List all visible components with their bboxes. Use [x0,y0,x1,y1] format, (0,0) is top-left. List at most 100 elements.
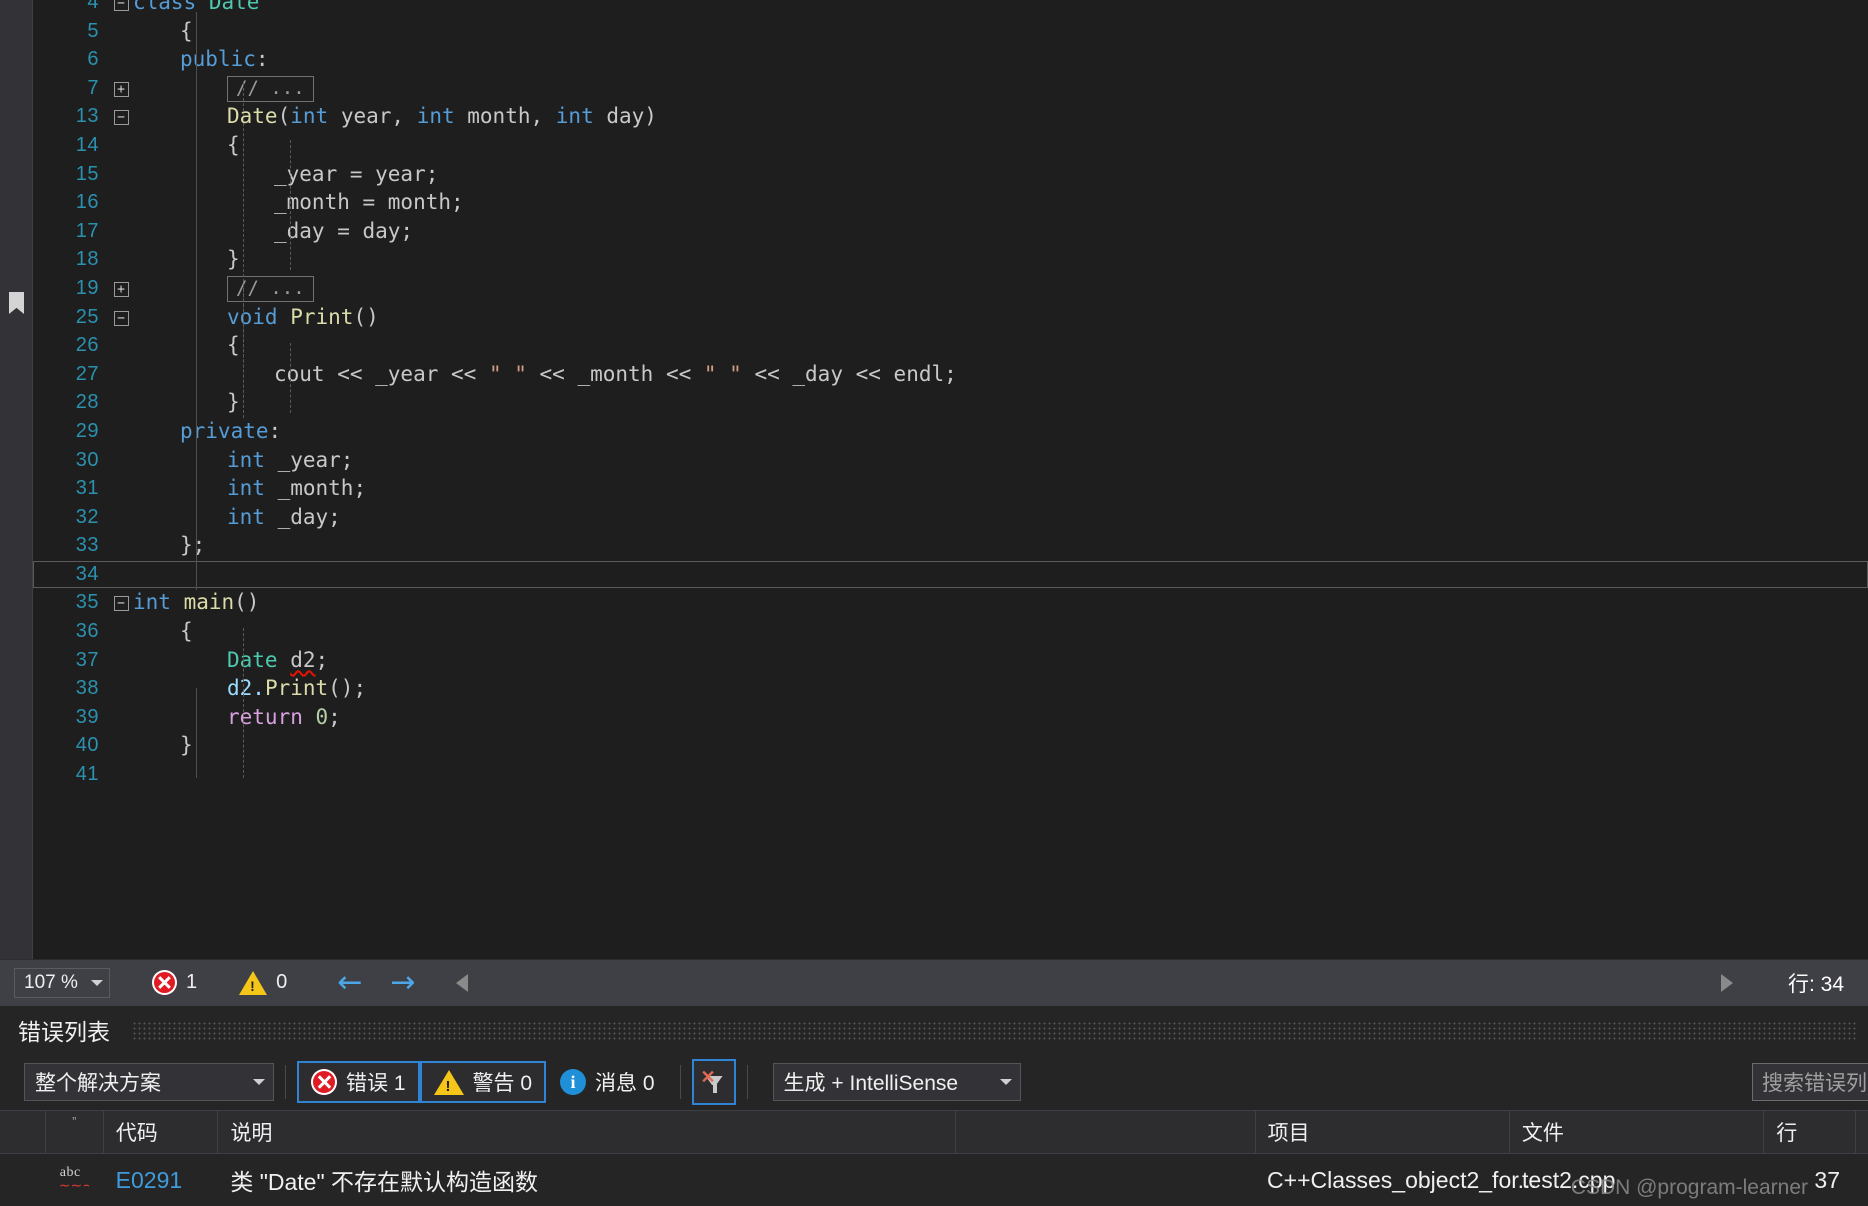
code-token: ( [277,104,291,129]
code-line[interactable]: 37 Date d2; [33,646,1868,675]
code-token: " " [488,361,527,386]
navigation-arrows: ← → [337,967,415,998]
status-warning-count[interactable]: 0 [239,970,288,995]
code-token: { [180,18,193,43]
filter-warnings-button[interactable]: 警告 0 [419,1061,547,1103]
line-number: 13 [75,105,99,128]
code-line-text: cout << _year << " " << _month << " " <<… [133,360,1868,389]
code-line-text: _day = day; [133,217,1868,246]
row-selector [0,1154,46,1206]
code-line[interactable]: 14 { [33,131,1868,160]
code-line[interactable]: 26 { [33,331,1868,360]
status-error-count[interactable]: 1 [152,970,197,995]
navigate-back-icon[interactable]: ← [337,967,362,998]
fold-expand-icon[interactable]: + [109,274,133,303]
code-line[interactable]: 18} [33,245,1868,274]
code-line[interactable]: 25− void Print() [33,303,1868,332]
code-line[interactable]: 33}; [33,531,1868,560]
code-line[interactable]: 35− int main() [33,588,1868,617]
code-line[interactable]: 39 return 0; [33,703,1868,732]
code-line-text: { [133,131,1868,160]
line-number: 34 [75,562,99,585]
error-list-grid: ” 代码 说明 项目 文件 行 abc ∼∼∼ E0291 类 "Date" 不… [0,1110,1868,1206]
code-line-text: int _day; [133,503,1868,532]
code-line[interactable]: 17 _day = day; [33,217,1868,246]
fold-collapse-icon[interactable]: − [109,102,133,131]
line-number: 41 [75,763,99,786]
code-line[interactable]: 16 _month = month; [33,188,1868,217]
clear-filter-button[interactable]: ✕ [691,1059,736,1105]
code-line-text: // ... [133,74,1868,103]
code-surface[interactable]: 4− class Date 5{6 public: 7 +// ... 13− Date(in… [33,0,1868,959]
error-list-title-row: 错误列表 [0,1006,1868,1054]
fold-collapse-icon[interactable]: − [109,303,133,332]
scroll-right-icon[interactable] [1720,973,1733,992]
code-line[interactable]: 28} [33,388,1868,417]
status-warning-count-value: 0 [276,971,288,993]
header-description[interactable]: 说明 [218,1111,957,1153]
header-code[interactable]: 代码 [104,1111,219,1153]
filter-errors-button[interactable]: 错误 1 [297,1061,420,1103]
row-description: 类 "Date" 不存在默认构造函数 [230,1169,539,1195]
code-token: 0 [315,704,329,729]
scope-filter-dropdown[interactable]: 整个解决方案 [24,1063,274,1101]
code-line[interactable]: 5{ [33,17,1868,46]
code-line[interactable]: 34 [33,560,1868,589]
code-token: () [353,304,379,329]
code-line[interactable]: 38 d2.Print(); [33,674,1868,703]
code-token: _year = year; [274,161,439,186]
code-line-text: int _year; [133,446,1868,475]
collapsed-region[interactable]: // ... [227,275,314,302]
code-line[interactable]: 36 { [33,617,1868,646]
navigate-forward-icon[interactable]: → [390,967,415,998]
toolbar-separator [679,1065,681,1099]
header-file[interactable]: 文件 [1510,1111,1765,1153]
code-line[interactable]: 41 [33,760,1868,789]
indent-guide [196,688,197,778]
bookmark-icon[interactable] [9,292,24,314]
scroll-left-icon[interactable] [455,973,468,992]
code-line[interactable]: 32 int _day; [33,503,1868,532]
fold-expand-icon[interactable]: + [109,74,133,103]
line-number: 32 [75,505,99,528]
code-token: class [133,0,209,14]
code-token: (); [328,676,367,701]
code-line-text: d2.Print(); [133,674,1868,703]
code-token: } [180,733,193,758]
table-row[interactable]: abc ∼∼∼ E0291 类 "Date" 不存在默认构造函数 C++Clas… [0,1154,1868,1206]
line-number: 39 [75,705,99,728]
code-token: _month; [264,476,367,501]
build-filter-value: 生成 + IntelliSense [783,1072,959,1095]
header-blank-2 [956,1111,1256,1153]
code-line[interactable]: 4− class Date [33,0,1868,17]
code-line[interactable]: 27 cout << _year << " " << _month << " " … [33,360,1868,389]
collapsed-region[interactable]: // ... [227,75,314,102]
code-token: Date [227,104,278,129]
code-line[interactable]: 13− Date(int year, int month, int day) [33,102,1868,131]
chevron-down-icon [253,1079,265,1085]
code-line[interactable]: 15 _year = year; [33,160,1868,189]
build-filter-dropdown[interactable]: 生成 + IntelliSense [772,1063,1021,1101]
indicator-margin[interactable] [0,0,33,959]
zoom-level-dropdown[interactable]: 107 % [14,967,110,998]
search-errors-input[interactable]: 搜索错误列 [1752,1063,1868,1101]
toolbar-separator [285,1065,286,1099]
code-line-text: { [133,17,1868,46]
fold-collapse-icon[interactable]: − [109,0,133,17]
code-line[interactable]: 31 int _month; [33,474,1868,503]
fold-collapse-icon[interactable]: − [109,588,133,617]
code-line[interactable]: 29 private: [33,417,1868,446]
code-line-text: return 0; [133,703,1868,732]
code-line[interactable]: 30 int _year; [33,446,1868,475]
code-line[interactable]: 19 + // ... [33,274,1868,303]
code-line[interactable]: 7 + // ... [33,74,1868,103]
header-line[interactable]: 行 [1764,1111,1857,1153]
header-project[interactable]: 项目 [1256,1111,1510,1153]
filter-messages-button[interactable]: i 消息 0 [546,1061,669,1103]
code-line[interactable]: 6 public: [33,45,1868,74]
code-lines: 4− class Date 5{6 public: 7 +// ... 13− Date(in… [33,0,1868,789]
code-line-text: } [133,388,1868,417]
code-line[interactable]: 40} [33,731,1868,760]
row-file: test2.cpp [1522,1166,1616,1193]
row-code[interactable]: E0291 [104,1154,219,1206]
